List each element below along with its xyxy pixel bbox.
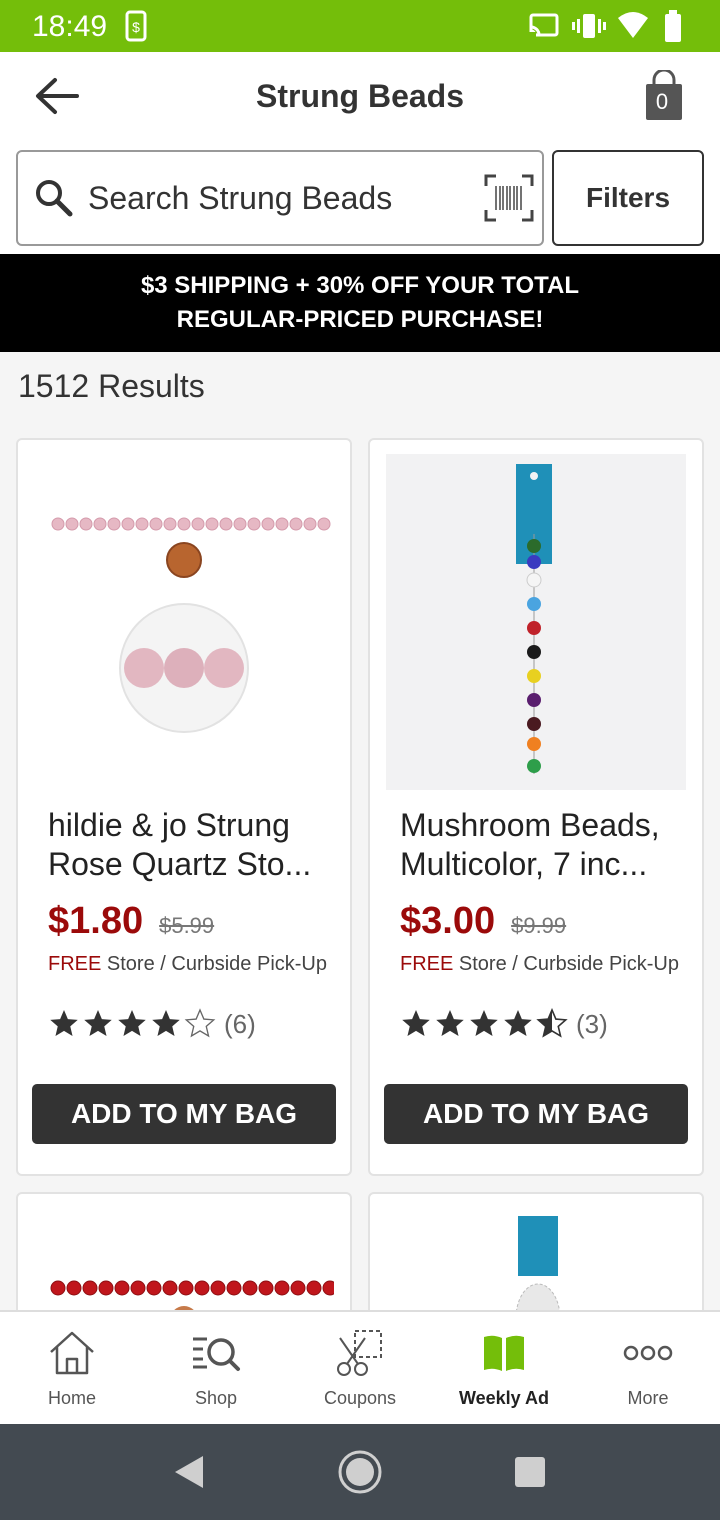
star-filled-icon [118, 1010, 146, 1036]
star-filled-icon [152, 1010, 180, 1036]
original-price: $5.99 [159, 913, 215, 938]
product-image[interactable] [386, 1208, 686, 1320]
star-rating [400, 1008, 568, 1040]
results-label: Results [98, 368, 205, 404]
shop-search-icon [191, 1328, 241, 1378]
pickup-method-label: Store / Curbside Pick-Up [106, 953, 327, 975]
shopping-bag-button[interactable]: 0 [642, 70, 686, 124]
bag-count: 0 [655, 89, 669, 114]
bottom-nav: Home Shop Coupons Weekly Ad More [0, 1310, 720, 1424]
add-to-bag-button[interactable]: ADD TO MY BAG [32, 1084, 336, 1144]
product-card[interactable]: Mushroom Beads, Multicolor, 7 inc... $3.… [368, 438, 704, 1176]
red-beads-image [50, 1280, 338, 1320]
app-header: Strung Beads 0 [0, 52, 720, 142]
nav-label: Coupons [323, 1388, 397, 1408]
star-filled-icon [402, 1010, 430, 1036]
mushroom-beads-image [386, 454, 686, 790]
pickup-free-label: FREE [48, 953, 102, 975]
product-card[interactable]: hildie & jo Strung Rose Quartz Sto... $1… [16, 438, 352, 1176]
price-row: $1.80 $5.99 [48, 900, 214, 943]
star-filled-icon [436, 1010, 464, 1036]
results-number: 1512 [18, 368, 90, 404]
rating-row[interactable]: (3) [400, 1008, 608, 1040]
rose-quartz-beads-image [51, 517, 331, 733]
svg-text:$: $ [132, 19, 140, 35]
pickup-method-label: Store / Curbside Pick-Up [458, 953, 679, 975]
star-empty-icon [184, 1008, 216, 1038]
search-icon [36, 180, 73, 217]
original-price: $9.99 [511, 913, 567, 938]
star-filled-icon [84, 1010, 112, 1036]
white-beads-image [515, 1216, 561, 1320]
promo-line-2: REGULAR-PRICED PURCHASE! [176, 306, 544, 333]
review-count: (3) [576, 1008, 608, 1039]
phone-sync-icon: $ [124, 10, 150, 47]
coupon-scissors-icon [335, 1328, 385, 1378]
star-filled-icon [50, 1010, 78, 1036]
nav-label: Home [47, 1388, 96, 1408]
weekly-ad-book-icon [479, 1328, 529, 1378]
battery-icon [664, 10, 682, 47]
search-row: Filters [0, 142, 720, 254]
system-back-icon[interactable] [172, 1454, 206, 1490]
promo-line-1: $3 SHIPPING + 30% OFF YOUR TOTAL [140, 272, 580, 299]
nav-label: Weekly Ad [458, 1388, 550, 1408]
search-box[interactable] [16, 150, 544, 246]
nav-item-coupons[interactable]: Coupons [288, 1312, 432, 1424]
product-card[interactable] [368, 1192, 704, 1322]
star-filled-icon [504, 1010, 532, 1036]
price-row: $3.00 $9.99 [400, 900, 566, 943]
nav-label: Shop [194, 1388, 238, 1408]
product-image[interactable] [34, 454, 334, 790]
nav-item-weekly-ad[interactable]: Weekly Ad [432, 1312, 576, 1424]
more-dots-icon [623, 1328, 673, 1378]
pickup-info: FREE Store / Curbside Pick-Up [400, 952, 690, 976]
product-card[interactable] [16, 1192, 352, 1322]
vibrate-icon [572, 10, 606, 47]
system-home-icon[interactable] [336, 1448, 384, 1496]
nav-item-shop[interactable]: Shop [144, 1312, 288, 1424]
product-name[interactable]: Mushroom Beads, Multicolor, 7 inc... [400, 806, 690, 884]
nav-item-more[interactable]: More [576, 1312, 720, 1424]
product-name[interactable]: hildie & jo Strung Rose Quartz Sto... [48, 806, 338, 884]
home-icon [47, 1328, 97, 1378]
search-input[interactable] [88, 174, 408, 222]
star-half-icon [536, 1008, 568, 1038]
nav-label: More [627, 1388, 669, 1408]
status-bar: 18:49 $ [0, 0, 720, 52]
barcode-scanner-icon[interactable] [484, 174, 534, 222]
review-count: (6) [224, 1008, 256, 1039]
system-recents-icon[interactable] [514, 1456, 546, 1488]
star-rating [48, 1008, 216, 1040]
system-nav-bar [0, 1424, 720, 1520]
product-image[interactable] [386, 454, 686, 790]
sale-price: $1.80 [48, 900, 144, 942]
nav-item-home[interactable]: Home [0, 1312, 144, 1424]
product-image[interactable] [34, 1208, 338, 1320]
rating-row[interactable]: (6) [48, 1008, 256, 1040]
add-to-bag-button[interactable]: ADD TO MY BAG [384, 1084, 688, 1144]
page-title: Strung Beads [255, 78, 465, 114]
results-count: 1512 Results [18, 368, 205, 405]
status-time: 18:49 [32, 10, 108, 43]
pickup-info: FREE Store / Curbside Pick-Up [48, 952, 338, 976]
promo-banner[interactable]: $3 SHIPPING + 30% OFF YOUR TOTAL REGULAR… [0, 254, 720, 352]
cast-icon [528, 10, 560, 47]
wifi-icon [616, 10, 650, 47]
filters-button[interactable]: Filters [552, 150, 704, 246]
pickup-free-label: FREE [400, 953, 454, 975]
star-filled-icon [470, 1010, 498, 1036]
sale-price: $3.00 [400, 900, 496, 942]
